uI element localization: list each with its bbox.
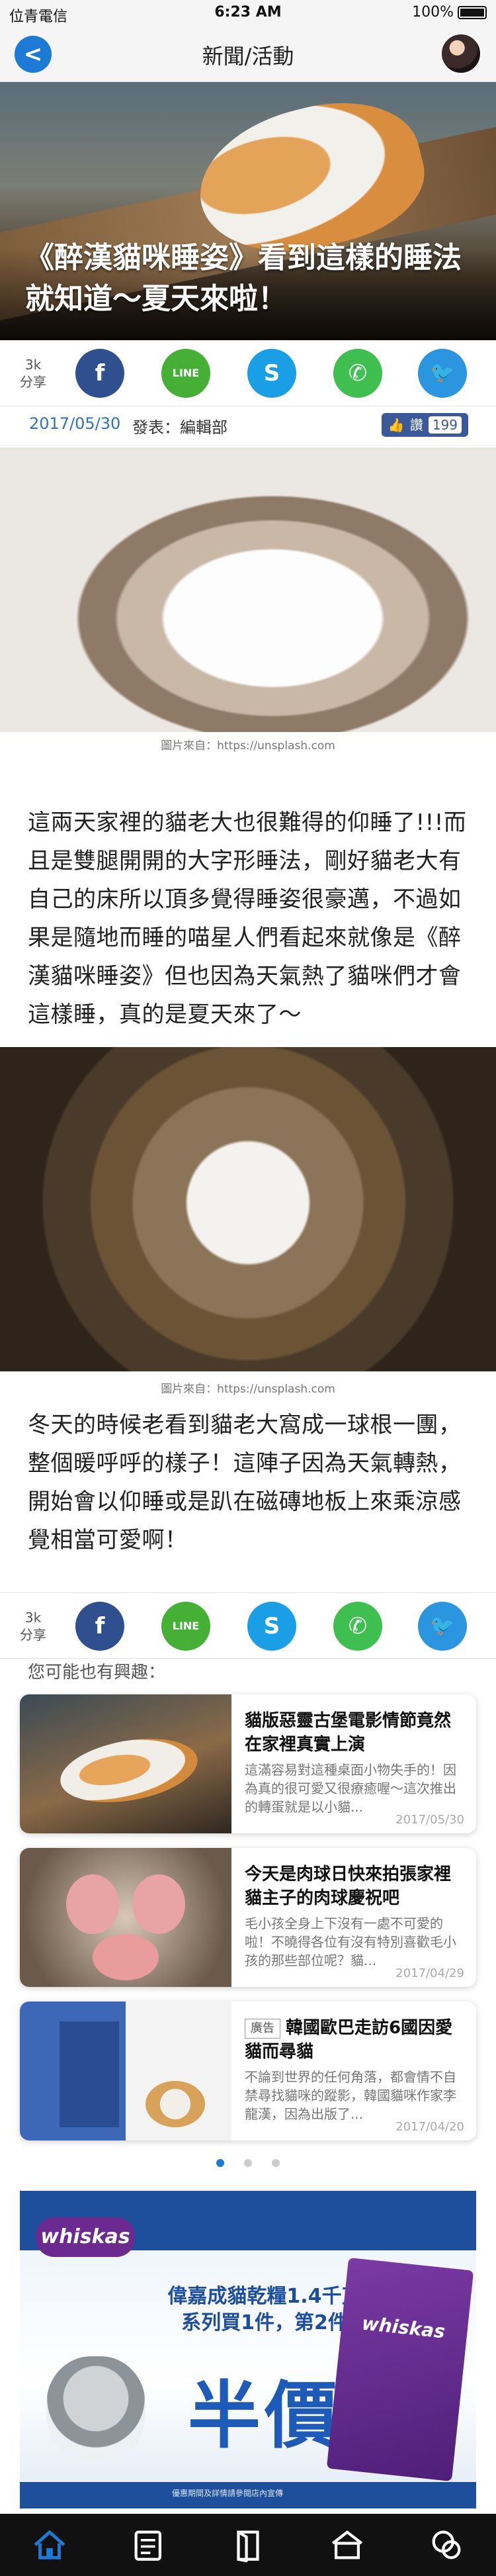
related-heading: 您可能也有興趣： <box>28 1663 166 1682</box>
tab-chat[interactable] <box>397 2514 496 2576</box>
share-bar-bottom: 3k 分享 f LINE S ✆ 🐦 <box>0 1592 496 1659</box>
battery-indicator: 100% <box>412 4 487 21</box>
pager-dot[interactable] <box>216 2159 224 2167</box>
article-title: 《醉漢貓咪睡姿》看到這樣的睡法就知道～夏天來啦！ <box>25 241 462 316</box>
article-author: 發表：編輯部 <box>132 418 227 437</box>
article-paragraph-1: 這兩天家裡的貓老大也很難得的仰睡了!!!而且是雙腿開開的大字形睡法，剛好貓老大有… <box>28 809 467 1028</box>
ad-logo: whiskas <box>36 2217 135 2257</box>
tab-book[interactable] <box>198 2514 298 2576</box>
related-date: 2017/04/29 <box>395 1966 464 1980</box>
share-count-value: 3k <box>24 357 42 373</box>
article-photo-1 <box>0 447 496 732</box>
carousel-pager <box>0 2159 496 2167</box>
thumbnail-paw-pad <box>132 1874 185 1934</box>
related-thumbnail <box>20 1848 231 1987</box>
share-facebook-button[interactable]: f <box>75 1602 124 1651</box>
share-skype-button[interactable]: S <box>247 1602 296 1651</box>
ad-footnote: 優惠期間及詳情請參閱店內宣傳 <box>172 2489 284 2498</box>
share-count-label: 分享 <box>20 1627 46 1643</box>
news-icon <box>134 2530 162 2561</box>
chat-icon <box>432 2530 461 2559</box>
ad-product-bag <box>326 2257 474 2482</box>
book-icon <box>237 2530 259 2563</box>
related-date: 2017/05/30 <box>395 1813 464 1827</box>
ad-headline: 偉嘉成貓乾糧1.4千克系列買1件，第2件 <box>167 2285 362 2334</box>
related-title: 貓版惡靈古堡電影情節竟然在家裡真實上演 <box>245 1711 452 1755</box>
tab-home[interactable] <box>0 2514 99 2576</box>
thumbnail-paw-pad <box>66 1874 119 1934</box>
status-bar: 位青電信 6:23 AM 100% <box>0 0 496 26</box>
share-count-value: 3k <box>24 1610 42 1626</box>
photo-caption-1: 圖片來自：https://unsplash.com <box>161 739 335 753</box>
share-whatsapp-button[interactable]: ✆ <box>333 349 382 398</box>
twitter-icon: 🐦 <box>430 361 455 385</box>
home-icon <box>34 2530 65 2559</box>
facebook-icon: f <box>95 360 105 387</box>
share-skype-button[interactable]: S <box>247 349 296 398</box>
related-thumbnail <box>20 1694 231 1833</box>
hero-image: 《醉漢貓咪睡姿》看到這樣的睡法就知道～夏天來啦！ <box>0 82 496 340</box>
battery-icon <box>458 5 487 19</box>
share-count: 3k 分享 <box>13 356 53 391</box>
article-date: 2017/05/30 <box>29 414 121 433</box>
share-whatsapp-button[interactable]: ✆ <box>333 1602 382 1651</box>
skype-icon: S <box>263 1613 280 1639</box>
tab-news[interactable] <box>99 2514 198 2576</box>
ad-banner[interactable]: whiskas 偉嘉成貓乾糧1.4千克系列買1件，第2件 半價 whiskas … <box>20 2191 476 2508</box>
bottom-tab-bar <box>0 2514 496 2576</box>
share-line-button[interactable]: LINE <box>161 349 210 398</box>
photo-caption-2: 圖片來自：https://unsplash.com <box>161 1383 335 1396</box>
related-title: 今天是肉球日快來拍張家裡貓主子的肉球慶祝吧 <box>245 1864 452 1908</box>
related-card[interactable]: 今天是肉球日快來拍張家裡貓主子的肉球慶祝吧 毛小孩全身上下沒有一處不可愛的啦！不… <box>20 1848 476 1987</box>
related-card[interactable]: 貓版惡靈古堡電影情節竟然在家裡真實上演 這滿容易對這種桌面小物失手的！因為真的很… <box>20 1694 476 1833</box>
page-title: 新聞/活動 <box>202 44 294 69</box>
related-thumbnail <box>20 2001 231 2140</box>
share-count: 3k 分享 <box>13 1609 53 1643</box>
share-bar-top: 3k 分享 f LINE S ✆ 🐦 <box>0 340 496 406</box>
thumbnail-paw-pad <box>93 1934 159 1980</box>
share-twitter-button[interactable]: 🐦 <box>418 1602 467 1651</box>
share-count-label: 分享 <box>20 374 46 390</box>
facebook-icon: f <box>95 1613 105 1639</box>
thumbs-up-icon: 👍 <box>388 417 405 433</box>
related-desc: 這滿容易對這種桌面小物失手的！因為真的很可愛又很療癒喔～這次推出的轉蛋就是以小貓… <box>245 1762 456 1815</box>
pager-dot[interactable] <box>272 2159 280 2167</box>
share-facebook-button[interactable]: f <box>75 349 124 398</box>
ad-cat-image <box>46 2356 145 2462</box>
whatsapp-icon: ✆ <box>348 360 368 387</box>
article-paragraph-2: 冬天的時候老看到貓老大窩成一球根一團，整個暖呼呼的樣子！這陣子因為天氣轉熱，開始… <box>28 1412 462 1553</box>
battery-percent: 100% <box>412 4 454 21</box>
twitter-icon: 🐦 <box>430 1614 455 1637</box>
nav-bar: < 新聞/活動 <box>0 26 496 82</box>
related-desc: 不論到世界的任何角落，都會情不自禁尋找貓咪的蹤影，韓國貓咪作家李龍漢，因為出版了… <box>245 2069 456 2122</box>
related-desc: 毛小孩全身上下沒有一處不可愛的啦！不曉得各位有沒有特別喜歡毛小孩的那些部位呢？貓… <box>245 1915 456 1968</box>
related-date: 2017/04/20 <box>395 2120 464 2134</box>
whatsapp-icon: ✆ <box>348 1613 368 1639</box>
line-icon: LINE <box>172 1620 200 1632</box>
pager-dot[interactable] <box>244 2159 252 2167</box>
article-meta: 2017/05/30 發表：編輯部 👍 讚 199 <box>0 406 496 446</box>
thumbnail-cat <box>145 2081 205 2127</box>
skype-icon: S <box>263 360 280 387</box>
share-line-button[interactable]: LINE <box>161 1602 210 1651</box>
related-title: 廣告 韓國歐巴走訪6國因愛貓而尋貓 <box>245 2016 463 2064</box>
avatar[interactable] <box>440 33 481 74</box>
like-label: 讚 <box>409 417 423 433</box>
share-twitter-button[interactable]: 🐦 <box>418 349 467 398</box>
tab-shop[interactable] <box>298 2514 397 2576</box>
like-button[interactable]: 👍 讚 199 <box>381 413 468 437</box>
ad-tag: 廣告 <box>245 2019 280 2039</box>
like-count: 199 <box>428 416 462 434</box>
shop-icon <box>331 2530 363 2559</box>
related-card[interactable]: 廣告 韓國歐巴走訪6國因愛貓而尋貓 不論到世界的任何角落，都會情不自禁尋找貓咪的蹤… <box>20 2001 476 2140</box>
line-icon: LINE <box>172 367 200 379</box>
thumbnail-alley <box>60 2021 119 2127</box>
thumbnail-cat <box>55 1729 203 1812</box>
article-photo-2 <box>0 1047 496 1371</box>
